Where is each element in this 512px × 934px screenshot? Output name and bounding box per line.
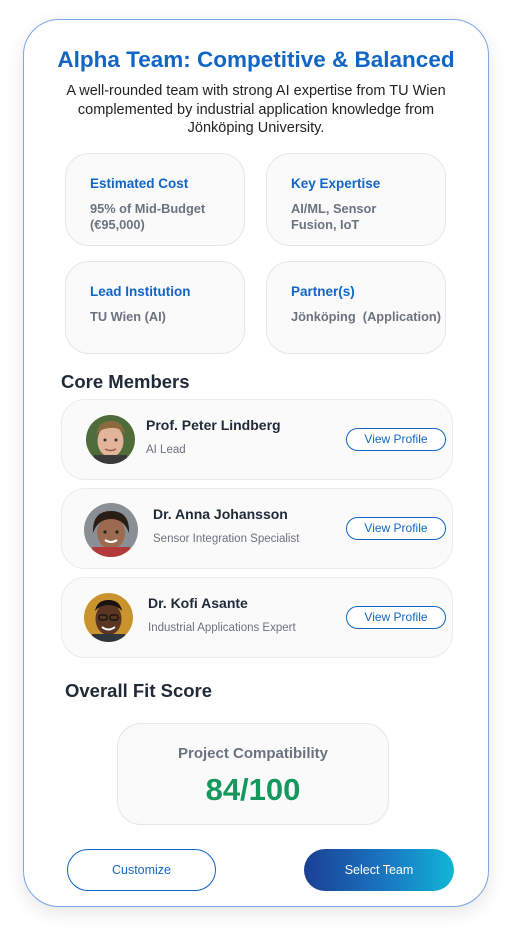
view-profile-button[interactable]: View Profile	[346, 428, 446, 451]
info-partners: Partner(s) Jönköping (Application)	[266, 261, 446, 354]
select-team-button[interactable]: Select Team	[304, 849, 454, 891]
info-value: Jönköping (Application)	[291, 309, 441, 324]
info-key-expertise: Key Expertise AI/ML, Sensor Fusion, IoT	[266, 153, 446, 246]
view-profile-button[interactable]: View Profile	[346, 517, 446, 540]
info-value: 95% of Mid-Budget (€95,000)	[90, 201, 206, 232]
info-label: Lead Institution	[90, 284, 191, 299]
team-subtitle: A well-rounded team with strong AI exper…	[66, 83, 446, 136]
avatar	[84, 503, 138, 557]
member-card: Dr. Anna Johansson Sensor Integration Sp…	[61, 488, 453, 569]
info-label: Estimated Cost	[90, 176, 189, 191]
score-label: Project Compatibility	[177, 745, 329, 762]
member-name: Dr. Kofi Asante	[148, 595, 248, 611]
member-role: Industrial Applications Expert	[148, 622, 296, 634]
info-value: TU Wien (AI)	[90, 309, 166, 324]
member-card: Prof. Peter Lindberg AI Lead View Profil…	[61, 399, 453, 480]
info-label: Key Expertise	[291, 176, 381, 191]
member-name: Prof. Peter Lindberg	[146, 417, 281, 433]
core-members-title: Core Members	[61, 371, 190, 392]
member-role: Sensor Integration Specialist	[153, 533, 300, 545]
team-title: Alpha Team: Competitive & Balanced	[57, 47, 455, 72]
view-profile-button[interactable]: View Profile	[346, 606, 446, 629]
info-value: AI/ML, Sensor Fusion, IoT	[291, 201, 377, 232]
score-value: 84/100	[205, 772, 301, 807]
avatar	[84, 593, 133, 642]
member-name: Dr. Anna Johansson	[153, 506, 288, 522]
member-card: Dr. Kofi Asante Industrial Applications …	[61, 577, 453, 658]
avatar	[86, 415, 135, 464]
info-estimated-cost: Estimated Cost 95% of Mid-Budget (€95,00…	[65, 153, 245, 246]
score-box: Project Compatibility 84/100	[117, 723, 389, 825]
member-role: AI Lead	[146, 444, 186, 456]
customize-button[interactable]: Customize	[67, 849, 216, 891]
info-lead-institution: Lead Institution TU Wien (AI)	[65, 261, 245, 354]
info-label: Partner(s)	[291, 284, 355, 299]
fit-score-title: Overall Fit Score	[65, 680, 213, 701]
team-card: Alpha Team: Competitive & Balanced A wel…	[23, 19, 489, 907]
